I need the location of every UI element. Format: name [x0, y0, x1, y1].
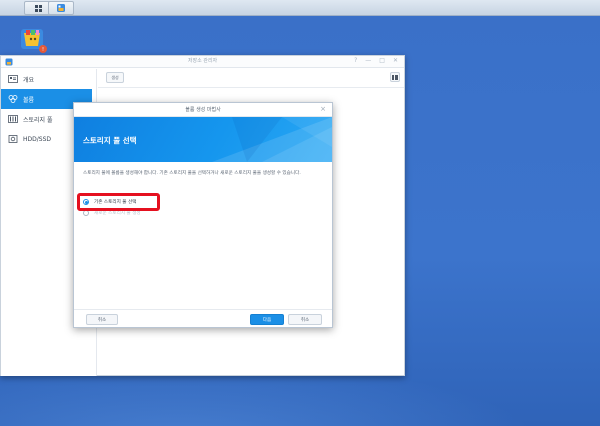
banner-decoration — [212, 117, 332, 162]
taskbar — [0, 0, 600, 16]
cancel-button[interactable]: 취소 — [288, 314, 322, 325]
help-button[interactable]: ? — [354, 57, 357, 64]
back-button[interactable]: 취소 — [86, 314, 118, 325]
dialog-close-icon[interactable]: × — [320, 105, 326, 113]
dialog-titlebar[interactable]: 볼륨 생성 마법사 × — [74, 103, 332, 117]
toolbar-divider — [98, 87, 404, 88]
next-button[interactable]: 다음 — [250, 314, 284, 325]
hdd-icon — [8, 135, 18, 143]
storage-pool-icon — [8, 115, 18, 123]
create-button[interactable]: 생성 — [106, 72, 124, 83]
dialog-description: 스토리지 풀에 볼륨을 생성해야 합니다. 기존 스토리지 풀을 선택하거나 새… — [83, 171, 301, 176]
view-toggle-button[interactable] — [390, 72, 400, 82]
svg-text:!: ! — [42, 47, 44, 53]
sidebar-item-label: HDD/SSD — [23, 135, 52, 143]
volume-creation-wizard: 볼륨 생성 마법사 × 스토리지 풀 선택 스토리지 풀에 볼륨을 생성해야 합… — [73, 102, 333, 328]
highlight-box — [77, 193, 160, 211]
dialog-banner: 스토리지 풀 선택 — [74, 117, 332, 162]
main-menu-icon — [34, 4, 42, 12]
minimize-button[interactable]: — — [365, 57, 371, 64]
dialog-title: 볼륨 생성 마법사 — [185, 107, 221, 113]
package-center-desktop-icon[interactable]: ! — [18, 24, 48, 54]
window-titlebar[interactable]: 저장소 관리자 ? — □ ✕ — [1, 56, 404, 68]
close-button[interactable]: ✕ — [393, 57, 398, 64]
maximize-button[interactable]: □ — [379, 57, 385, 64]
window-title: 저장소 관리자 — [187, 58, 218, 64]
storage-manager-taskbar-button[interactable] — [48, 1, 74, 15]
sidebar-item-overview[interactable]: 개요 — [1, 69, 96, 89]
volume-icon — [8, 95, 18, 103]
sidebar-item-label: 볼륨 — [23, 96, 35, 104]
dialog-heading: 스토리지 풀 선택 — [83, 136, 137, 145]
sidebar-item-label: 개요 — [23, 76, 35, 84]
sidebar-item-label: 스토리지 풀 — [23, 116, 53, 124]
list-view-icon — [392, 74, 398, 80]
storage-manager-icon — [57, 4, 65, 12]
overview-icon — [8, 75, 18, 83]
dialog-footer — [74, 309, 332, 310]
